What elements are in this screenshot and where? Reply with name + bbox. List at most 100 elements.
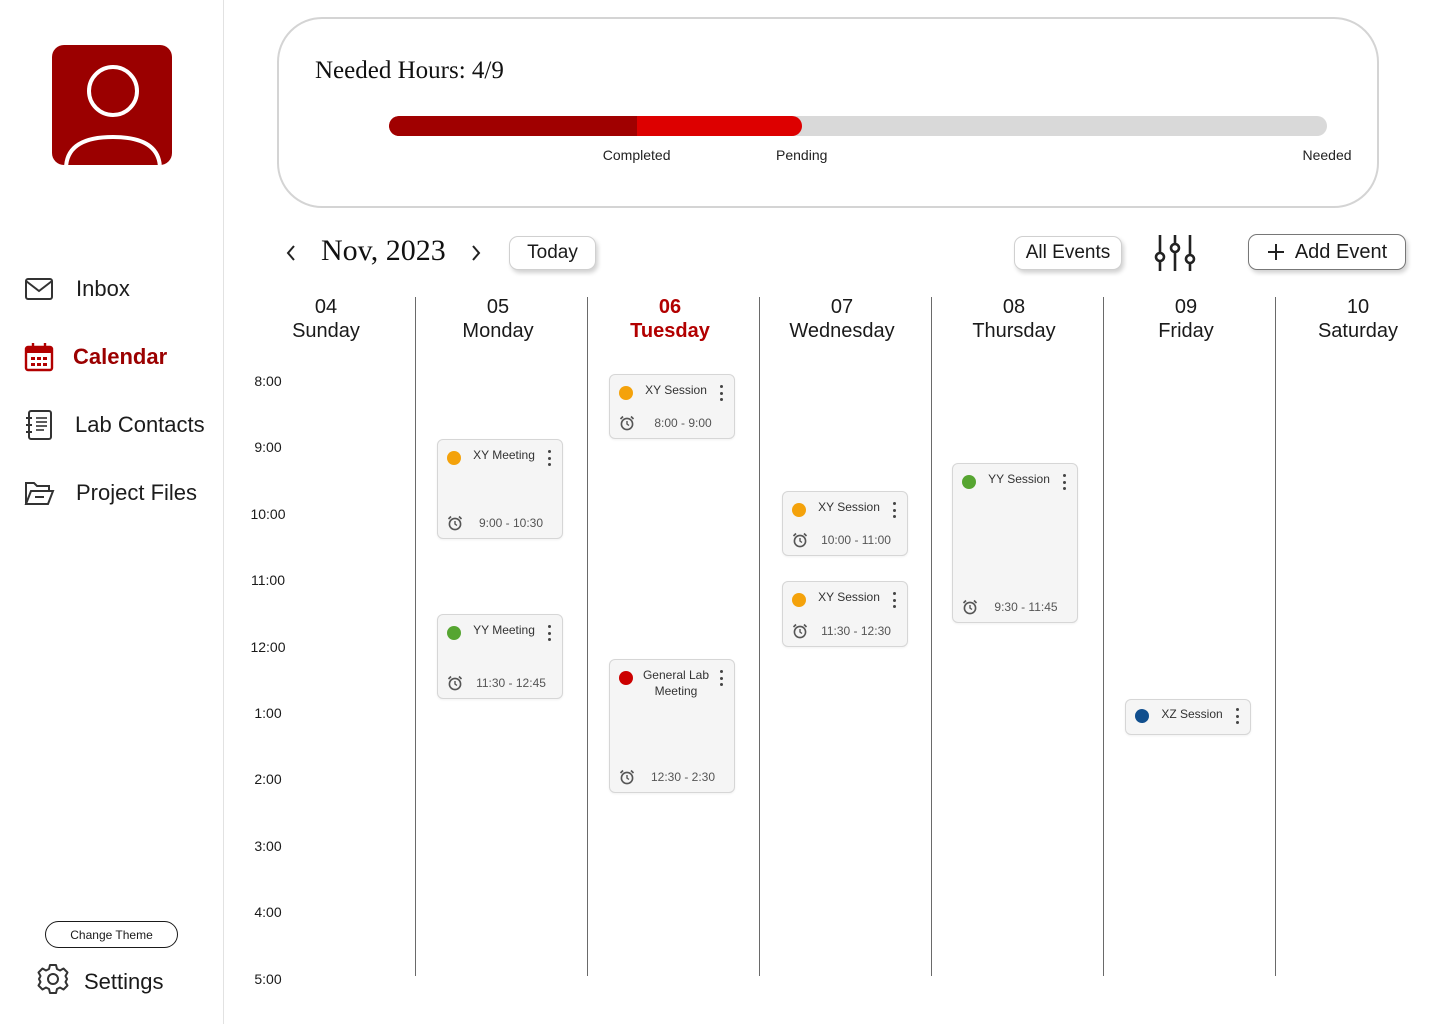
alarm-clock-icon bbox=[962, 599, 978, 615]
event-title: XY Meeting bbox=[473, 448, 535, 462]
event-card[interactable]: YY Session 9:30 - 11:45 bbox=[952, 463, 1078, 623]
hours-progress-bar bbox=[389, 116, 1327, 136]
event-title: General Lab Meeting bbox=[642, 668, 710, 698]
progress-label-needed: Needed bbox=[1302, 147, 1352, 163]
time-label: 10:00 bbox=[250, 505, 286, 522]
event-color-dot bbox=[447, 451, 461, 465]
event-card[interactable]: YY Meeting 11:30 - 12:45 bbox=[437, 614, 563, 699]
prev-month-button[interactable] bbox=[278, 238, 304, 268]
day-header[interactable]: 10 Saturday bbox=[1273, 295, 1440, 343]
event-color-dot bbox=[1135, 709, 1149, 723]
chevron-left-icon bbox=[286, 245, 295, 261]
progress-label-pending: Pending bbox=[776, 147, 828, 163]
alarm-clock-icon bbox=[447, 675, 463, 691]
event-time: 9:30 - 11:45 bbox=[994, 600, 1058, 614]
more-vertical-icon[interactable] bbox=[889, 592, 899, 608]
day-header[interactable]: 06 Tuesday bbox=[585, 295, 755, 343]
user-icon bbox=[64, 65, 162, 165]
day-header[interactable]: 05 Monday bbox=[413, 295, 583, 343]
event-color-dot bbox=[447, 626, 461, 640]
column-divider bbox=[931, 297, 932, 976]
progress-label-completed: Completed bbox=[602, 147, 671, 163]
day-header[interactable]: 07 Wednesday bbox=[757, 295, 927, 343]
plus-icon bbox=[1267, 244, 1284, 260]
time-label: 1:00 bbox=[254, 705, 282, 721]
day-name: Monday bbox=[462, 320, 534, 342]
more-vertical-icon[interactable] bbox=[716, 385, 726, 401]
event-color-dot bbox=[792, 503, 806, 517]
time-label: 3:00 bbox=[254, 837, 282, 854]
day-name: Thursday bbox=[972, 320, 1056, 342]
event-card[interactable]: XY Session 8:00 - 9:00 bbox=[609, 374, 735, 439]
day-name: Wednesday bbox=[789, 320, 895, 342]
time-label: 8:00 bbox=[254, 373, 282, 389]
more-vertical-icon[interactable] bbox=[889, 502, 899, 518]
alarm-clock-icon bbox=[447, 515, 463, 531]
day-date: 04 bbox=[314, 296, 338, 318]
event-color-dot bbox=[962, 475, 976, 489]
event-card[interactable]: XY Meeting 9:00 - 10:30 bbox=[437, 439, 563, 539]
day-date: 10 bbox=[1346, 296, 1370, 318]
event-title: XZ Session bbox=[1161, 707, 1223, 721]
event-time: 11:30 - 12:45 bbox=[476, 676, 546, 690]
more-vertical-icon[interactable] bbox=[544, 625, 554, 641]
calendar-toolbar: Nov, 2023 Today All Events Add Event bbox=[0, 228, 1440, 278]
column-divider bbox=[415, 297, 416, 976]
day-header[interactable]: 08 Thursday bbox=[929, 295, 1099, 343]
event-time: 8:00 - 9:00 bbox=[654, 416, 712, 430]
day-header[interactable]: 09 Friday bbox=[1101, 295, 1271, 343]
next-month-button[interactable] bbox=[463, 238, 489, 268]
day-header[interactable]: 04 Sunday bbox=[241, 295, 411, 343]
progress-completed-fill bbox=[389, 116, 637, 136]
event-card[interactable]: XY Session 11:30 - 12:30 bbox=[782, 581, 908, 647]
alarm-clock-icon bbox=[619, 769, 635, 785]
event-card[interactable]: XY Session 10:00 - 11:00 bbox=[782, 491, 908, 556]
needed-hours-title: Needed Hours: 4/9 bbox=[315, 57, 504, 84]
event-title: XY Session bbox=[818, 500, 880, 514]
event-card[interactable]: XZ Session bbox=[1125, 699, 1251, 735]
month-label: Nov, 2023 bbox=[321, 234, 446, 267]
today-button[interactable]: Today bbox=[509, 236, 596, 270]
day-date: 05 bbox=[486, 296, 510, 318]
event-title: XY Session bbox=[818, 590, 880, 604]
add-event-button[interactable]: Add Event bbox=[1248, 234, 1406, 270]
day-name: Sunday bbox=[292, 320, 360, 342]
event-title: XY Session bbox=[645, 383, 707, 397]
event-color-dot bbox=[619, 386, 633, 400]
all-events-button[interactable]: All Events bbox=[1014, 236, 1122, 270]
more-vertical-icon[interactable] bbox=[1059, 474, 1069, 490]
sliders-icon bbox=[1154, 235, 1196, 271]
time-label: 2:00 bbox=[254, 771, 282, 788]
more-vertical-icon[interactable] bbox=[1232, 708, 1242, 724]
event-time: 10:00 - 11:00 bbox=[821, 533, 891, 547]
event-color-dot bbox=[619, 671, 633, 685]
alarm-clock-icon bbox=[792, 532, 808, 548]
more-vertical-icon[interactable] bbox=[544, 450, 554, 466]
day-date: 08 bbox=[1002, 296, 1026, 318]
event-title: YY Meeting bbox=[473, 623, 535, 637]
time-label: 9:00 bbox=[254, 439, 282, 456]
column-divider bbox=[759, 297, 760, 976]
column-divider bbox=[587, 297, 588, 976]
event-time: 9:00 - 10:30 bbox=[478, 516, 544, 530]
event-time: 12:30 - 2:30 bbox=[650, 770, 716, 784]
day-date: 07 bbox=[830, 296, 854, 318]
chevron-right-icon bbox=[472, 245, 481, 261]
alarm-clock-icon bbox=[619, 415, 635, 431]
day-date: 09 bbox=[1174, 296, 1198, 318]
day-name: Saturday bbox=[1317, 320, 1399, 342]
avatar[interactable] bbox=[52, 45, 172, 165]
day-date: 06 bbox=[658, 296, 682, 318]
time-label: 5:00 bbox=[254, 970, 282, 987]
column-divider bbox=[1275, 297, 1276, 976]
event-color-dot bbox=[792, 593, 806, 607]
time-label: 11:00 bbox=[251, 572, 285, 589]
event-card[interactable]: General Lab Meeting 12:30 - 2:30 bbox=[609, 659, 735, 793]
filter-button[interactable] bbox=[1152, 232, 1198, 274]
needed-hours-panel: Needed Hours: 4/9 Completed Pending Need… bbox=[277, 17, 1379, 208]
more-vertical-icon[interactable] bbox=[716, 670, 726, 686]
add-event-label: Add Event bbox=[1294, 240, 1388, 263]
day-name: Friday bbox=[1158, 320, 1214, 342]
alarm-clock-icon bbox=[792, 623, 808, 639]
day-name: Tuesday bbox=[630, 320, 710, 342]
